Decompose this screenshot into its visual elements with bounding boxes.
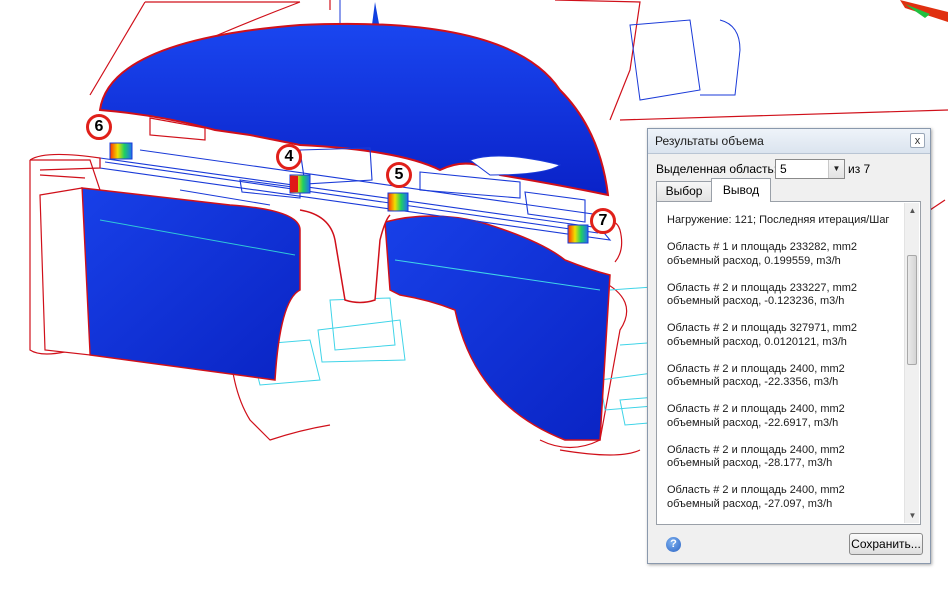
volume-results-dialog: Результаты объема x Выделенная область: … bbox=[647, 128, 931, 564]
vent-marker-7: 7 bbox=[590, 208, 616, 234]
vent-marker-6: 6 bbox=[86, 114, 112, 140]
region-total-label: из 7 bbox=[848, 162, 871, 176]
output-text-area[interactable]: Нагружение: 121; Последняя итерация/Шаг … bbox=[656, 201, 921, 525]
selected-region-value: 5 bbox=[780, 162, 787, 176]
vent-marker-5: 5 bbox=[386, 162, 412, 188]
tab-select[interactable]: Выбор bbox=[656, 181, 712, 201]
save-button[interactable]: Сохранить... bbox=[849, 533, 923, 555]
dialog-title: Результаты объема bbox=[655, 134, 764, 148]
output-text: Нагружение: 121; Последняя итерация/Шаг … bbox=[667, 214, 890, 510]
selected-region-select[interactable]: 5 ▼ bbox=[775, 159, 845, 179]
dialog-titlebar[interactable]: Результаты объема x bbox=[648, 129, 930, 154]
scrollbar-thumb[interactable] bbox=[907, 255, 917, 365]
close-button[interactable]: x bbox=[910, 133, 925, 148]
scroll-down-icon[interactable]: ▼ bbox=[905, 508, 920, 523]
chevron-down-icon[interactable]: ▼ bbox=[828, 160, 844, 178]
scroll-up-icon[interactable]: ▲ bbox=[905, 203, 920, 218]
help-icon[interactable]: ? bbox=[666, 537, 681, 552]
vent-marker-4: 4 bbox=[276, 144, 302, 170]
selected-region-label: Выделенная область: bbox=[656, 162, 778, 176]
output-scrollbar[interactable]: ▲ ▼ bbox=[904, 203, 919, 523]
tab-output[interactable]: Вывод bbox=[711, 178, 771, 202]
